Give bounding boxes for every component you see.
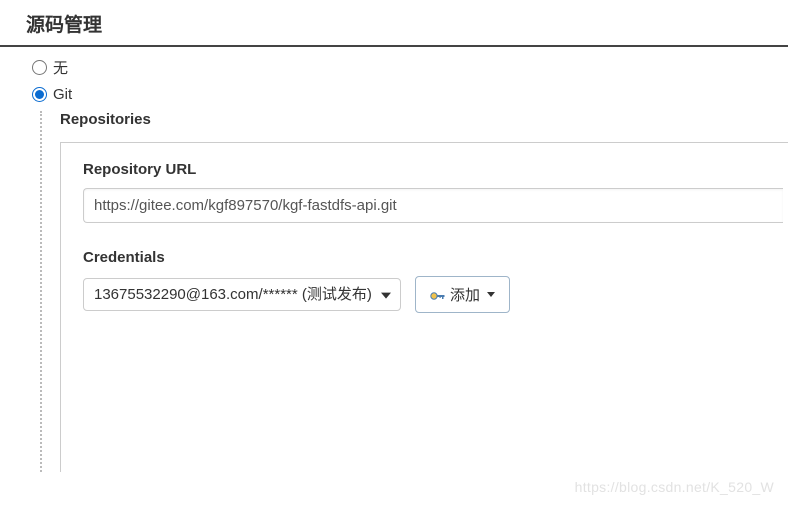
section-title: 源码管理 [0, 0, 788, 47]
scm-option-none[interactable]: 无 [32, 57, 788, 78]
add-button-label: 添加 [450, 284, 480, 305]
scm-radio-git[interactable] [32, 87, 47, 102]
credentials-label: Credentials [83, 249, 788, 266]
key-icon [430, 289, 446, 301]
scm-git-label: Git [53, 86, 72, 103]
scm-options: 无 Git Repositories Repository URL Creden… [0, 47, 788, 472]
git-subsection: Repositories Repository URL Credentials … [40, 111, 788, 472]
credentials-select-wrapper: 13675532290@163.com/****** (测试发布) [83, 278, 401, 311]
credentials-select[interactable]: 13675532290@163.com/****** (测试发布) [83, 278, 401, 311]
add-credentials-button[interactable]: 添加 [415, 276, 510, 313]
chevron-down-icon [487, 292, 495, 297]
repo-url-label: Repository URL [83, 161, 788, 178]
watermark: https://blog.csdn.net/K_520_W [575, 479, 774, 495]
credentials-row: 13675532290@163.com/****** (测试发布) [83, 276, 788, 313]
scm-radio-none[interactable] [32, 60, 47, 75]
repositories-label: Repositories [60, 111, 788, 128]
repository-box: Repository URL Credentials 13675532290@1… [60, 142, 788, 472]
scm-none-label: 无 [53, 57, 68, 78]
credentials-section: Credentials 13675532290@163.com/****** (… [83, 249, 788, 313]
repo-url-input[interactable] [83, 188, 783, 223]
scm-option-git[interactable]: Git [32, 86, 788, 103]
